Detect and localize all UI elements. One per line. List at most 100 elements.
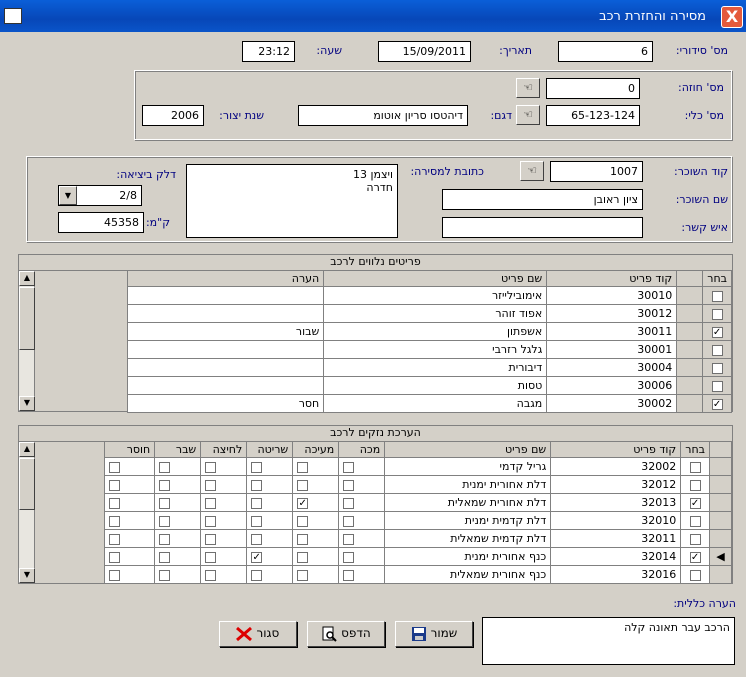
checkbox[interactable]	[159, 497, 171, 509]
checkbox[interactable]	[343, 497, 355, 509]
checkbox[interactable]	[205, 461, 217, 473]
scroll-down-icon[interactable]: ▼	[19, 396, 35, 411]
damage-flag-cell[interactable]	[103, 511, 156, 530]
table-row[interactable]: ✓ 30011 אשפתון שבור	[126, 322, 732, 341]
select-cell[interactable]	[680, 511, 710, 530]
checkbox[interactable]: ✓	[689, 497, 701, 509]
damage-flag-cell[interactable]	[103, 493, 156, 512]
vehicle-input[interactable]: 65-123-124	[546, 105, 640, 126]
checkbox[interactable]	[343, 569, 355, 581]
contract-input[interactable]: 0	[546, 78, 640, 99]
select-cell[interactable]	[702, 304, 732, 323]
damage-flag-cell[interactable]	[292, 547, 340, 566]
damage-flag-cell[interactable]	[246, 457, 294, 476]
select-cell[interactable]	[680, 529, 710, 548]
damage-flag-cell[interactable]	[246, 475, 294, 494]
checkbox[interactable]	[109, 497, 120, 509]
table-row[interactable]: 32011 דלת קדמית שמאלית	[103, 529, 732, 548]
checkbox[interactable]	[251, 461, 263, 473]
checkbox[interactable]	[251, 497, 263, 509]
damage-flag-cell[interactable]: ✓	[246, 547, 294, 566]
checkbox[interactable]	[711, 380, 723, 392]
damage-flag-cell[interactable]	[200, 457, 248, 476]
close-button[interactable]: סגור	[219, 621, 297, 647]
table-row[interactable]: 30004 דיבורית	[126, 358, 732, 377]
checkbox[interactable]	[159, 515, 171, 527]
damage-flag-cell[interactable]	[154, 511, 202, 530]
table-row[interactable]: 30006 טסות	[126, 376, 732, 395]
scroll-up-icon[interactable]: ▲	[19, 442, 35, 457]
checkbox[interactable]	[689, 569, 701, 581]
damage-flag-cell[interactable]	[246, 511, 294, 530]
select-cell[interactable]: ✓	[680, 493, 710, 512]
renter-code-input[interactable]: 1007	[550, 161, 643, 182]
checkbox[interactable]	[109, 461, 120, 473]
vehicle-lookup-button[interactable]: ☜	[516, 105, 540, 125]
damage-flag-cell[interactable]	[200, 565, 248, 584]
checkbox[interactable]	[205, 569, 217, 581]
checkbox[interactable]	[297, 551, 309, 563]
checkbox[interactable]	[109, 551, 120, 563]
checkbox[interactable]	[159, 533, 171, 545]
damage-flag-cell[interactable]	[338, 475, 386, 494]
note-cell[interactable]	[126, 358, 325, 377]
damages-scrollbar[interactable]: ▲ ▼	[19, 442, 35, 583]
accessories-scrollbar[interactable]: ▲ ▼	[19, 271, 35, 411]
damage-flag-cell[interactable]	[292, 511, 340, 530]
table-row[interactable]: ✓ 30002 מגבה חסר	[126, 394, 732, 413]
damage-flag-cell[interactable]	[154, 475, 202, 494]
renter-lookup-button[interactable]: ☜	[520, 161, 544, 181]
scroll-thumb[interactable]	[19, 287, 35, 350]
damage-flag-cell[interactable]	[154, 457, 202, 476]
damage-flag-cell[interactable]	[338, 493, 386, 512]
checkbox[interactable]	[251, 569, 263, 581]
damage-flag-cell[interactable]	[154, 547, 202, 566]
table-row[interactable]: 30012 אפוד זוהר	[126, 304, 732, 323]
damage-flag-cell[interactable]	[103, 529, 156, 548]
note-cell[interactable]	[126, 304, 325, 323]
checkbox[interactable]: ✓	[711, 326, 723, 338]
damage-flag-cell[interactable]	[103, 565, 156, 584]
checkbox[interactable]	[159, 479, 171, 491]
checkbox[interactable]	[109, 515, 120, 527]
table-row[interactable]: 32016 כנף אחורית שמאלית	[103, 565, 732, 584]
damage-flag-cell[interactable]	[200, 475, 248, 494]
checkbox[interactable]	[689, 515, 701, 527]
checkbox[interactable]	[297, 533, 309, 545]
checkbox[interactable]	[205, 479, 217, 491]
damage-flag-cell[interactable]	[200, 493, 248, 512]
damage-flag-cell[interactable]	[338, 565, 386, 584]
checkbox[interactable]	[251, 479, 263, 491]
checkbox[interactable]	[711, 290, 723, 302]
damage-flag-cell[interactable]	[292, 565, 340, 584]
checkbox[interactable]	[343, 533, 355, 545]
damage-flag-cell[interactable]	[246, 565, 294, 584]
select-cell[interactable]	[702, 340, 732, 359]
checkbox[interactable]	[343, 515, 355, 527]
checkbox[interactable]	[205, 551, 217, 563]
checkbox[interactable]	[205, 515, 217, 527]
scroll-thumb[interactable]	[19, 458, 35, 510]
damage-flag-cell[interactable]	[103, 457, 156, 476]
table-row[interactable]: ✓ 32013 דלת אחורית שמאלית ✓	[103, 493, 732, 512]
scroll-down-icon[interactable]: ▼	[19, 568, 35, 583]
renter-name-input[interactable]: ציון ראובן	[442, 189, 643, 210]
checkbox[interactable]	[251, 515, 263, 527]
save-button[interactable]: שמור	[395, 621, 473, 647]
checkbox[interactable]	[109, 533, 120, 545]
checkbox[interactable]	[251, 533, 263, 545]
checkbox[interactable]	[109, 479, 120, 491]
damage-flag-cell[interactable]	[338, 547, 386, 566]
damage-flag-cell[interactable]	[246, 493, 294, 512]
checkbox[interactable]	[297, 461, 309, 473]
select-cell[interactable]	[702, 376, 732, 395]
table-row[interactable]: 32002 גריל קדמי	[103, 457, 732, 476]
year-input[interactable]: 2006	[142, 105, 204, 126]
damage-flag-cell[interactable]	[338, 529, 386, 548]
checkbox[interactable]	[159, 569, 171, 581]
checkbox[interactable]: ✓	[297, 497, 309, 509]
damage-flag-cell[interactable]	[200, 511, 248, 530]
select-cell[interactable]: ✓	[702, 322, 732, 341]
damage-flag-cell[interactable]	[154, 493, 202, 512]
checkbox[interactable]	[711, 362, 723, 374]
